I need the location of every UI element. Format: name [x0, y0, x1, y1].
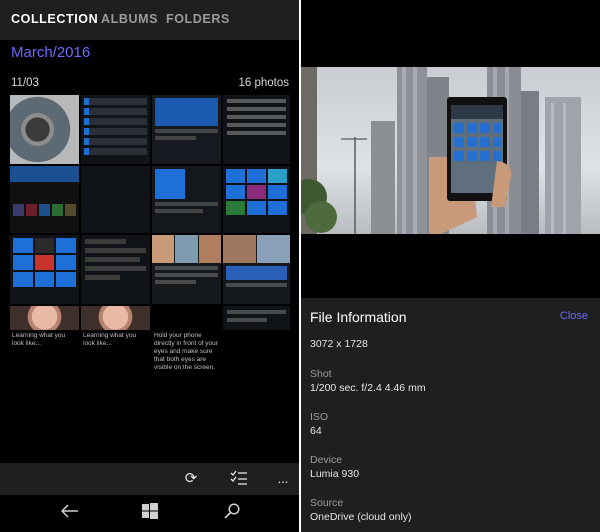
photo-thumbnail[interactable] [81, 166, 150, 233]
photo-thumbnail[interactable] [223, 95, 290, 164]
tab-albums[interactable]: ALBUMS [101, 12, 158, 26]
photo-viewer-screen: File Information Close 3072 x 1728 Shot … [301, 0, 600, 532]
photo-thumbnail[interactable] [10, 306, 79, 330]
month-heading[interactable]: March/2016 [11, 44, 90, 61]
day-label: 11/03 [11, 77, 39, 89]
photo-count: 16 photos [238, 77, 289, 89]
towers-photo [301, 67, 581, 234]
device-label: Device [310, 454, 343, 466]
photo-thumbnail[interactable] [223, 306, 290, 330]
photos-collection-screen: COLLECTION ALBUMS FOLDERS March/2016 11/… [0, 0, 299, 532]
photo-caption: Learning what you look like... [83, 332, 137, 347]
photo-thumbnail[interactable] [81, 95, 150, 164]
iso-label: ISO [310, 411, 329, 423]
panel-title: File Information [310, 309, 407, 325]
photo-caption: Hold your phone directly in front of you… [154, 332, 218, 371]
tab-collection[interactable]: COLLECTION [11, 12, 98, 26]
pivot-header: COLLECTION ALBUMS FOLDERS [0, 0, 299, 40]
shot-value: 1/200 sec. f/2.4 4.46 mm [310, 382, 426, 394]
shot-label: Shot [310, 368, 332, 380]
source-label: Source [310, 497, 344, 509]
file-information-panel: File Information Close 3072 x 1728 Shot … [301, 298, 600, 532]
photo-thumbnail[interactable] [81, 235, 150, 304]
photo-thumbnail[interactable] [81, 306, 150, 330]
photo-thumbnail[interactable] [10, 95, 79, 164]
app-bar: ⟳ ... [0, 463, 299, 495]
tab-folders[interactable]: FOLDERS [166, 12, 230, 26]
close-button[interactable]: Close [560, 310, 588, 322]
photo-thumbnail[interactable] [152, 166, 221, 233]
photo-thumbnail[interactable] [10, 235, 79, 304]
photo-thumbnail[interactable] [152, 235, 221, 304]
photo-thumbnail[interactable] [223, 235, 290, 304]
photo-thumbnail[interactable] [223, 166, 290, 233]
search-icon[interactable] [221, 503, 243, 523]
sync-icon[interactable]: ⟳ [181, 470, 201, 488]
device-value: Lumia 930 [310, 468, 360, 480]
photo-grid: Learning what you look like... Learning … [10, 95, 290, 373]
photo-image[interactable] [301, 67, 600, 234]
dimensions-value: 3072 x 1728 [310, 338, 368, 350]
select-list-icon[interactable] [229, 470, 249, 488]
system-nav-bar [0, 495, 299, 532]
photo-caption: Learning what you look like... [12, 332, 66, 347]
photo-thumbnail[interactable] [10, 166, 79, 233]
windows-start-icon[interactable] [139, 503, 161, 523]
iso-value: 64 [310, 425, 322, 437]
back-icon[interactable] [59, 503, 81, 523]
more-button[interactable]: ... [273, 470, 293, 488]
photo-thumbnail[interactable] [152, 95, 221, 164]
source-value: OneDrive (cloud only) [310, 511, 412, 523]
